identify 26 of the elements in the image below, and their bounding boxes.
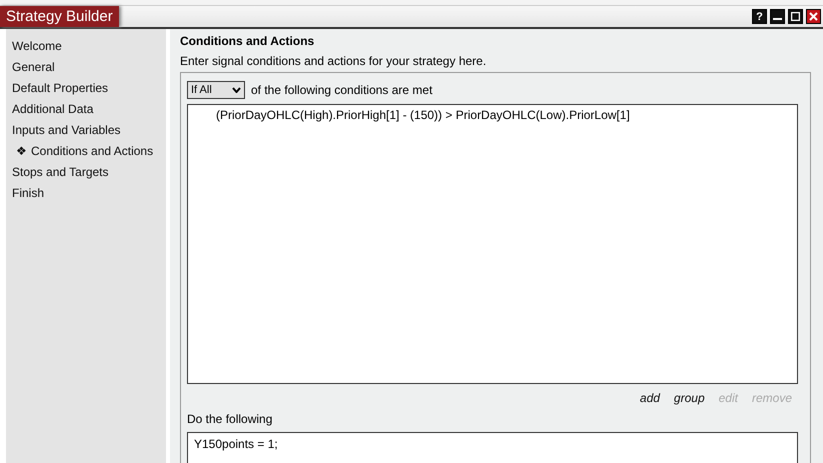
sidebar-item[interactable]: Stops and Targets [6, 161, 166, 182]
maximize-button[interactable] [788, 9, 803, 24]
help-button[interactable]: ? [752, 9, 767, 24]
action-link[interactable]: add [640, 391, 660, 405]
close-icon [809, 12, 818, 21]
sidebar-item[interactable]: Additional Data [6, 98, 166, 119]
match-label: of the following conditions are met [251, 83, 432, 97]
sidebar-item[interactable]: Default Properties [6, 77, 166, 98]
minimize-button[interactable] [770, 9, 785, 24]
caret-icon [232, 87, 241, 93]
match-dropdown[interactable]: If All [187, 81, 245, 99]
sidebar-item[interactable]: Inputs and Variables [6, 119, 166, 140]
selected-marker-icon: ❖ [16, 144, 27, 158]
window-title: Strategy Builder [0, 6, 119, 27]
section-description: Enter signal conditions and actions for your strategy here. [180, 53, 488, 70]
maximize-icon [791, 12, 800, 21]
close-button[interactable] [806, 9, 821, 24]
action-link[interactable]: group [674, 391, 705, 405]
condition-item[interactable]: (PriorDayOHLC(High).PriorHigh[1] - (150)) > PriorDayOHLC(Low).PriorLow[1] [216, 108, 797, 124]
sidebar-item[interactable]: Finish [6, 182, 166, 203]
sidebar-item[interactable]: ❖ Conditions and Actions [6, 140, 166, 161]
actions-label: Do the following [187, 412, 274, 426]
sidebar-item[interactable]: General [6, 56, 166, 77]
action-item[interactable]: Y150points = 1; [194, 437, 791, 453]
section-heading: Conditions and Actions [180, 33, 316, 50]
sidebar-item[interactable]: Welcome [6, 35, 166, 56]
